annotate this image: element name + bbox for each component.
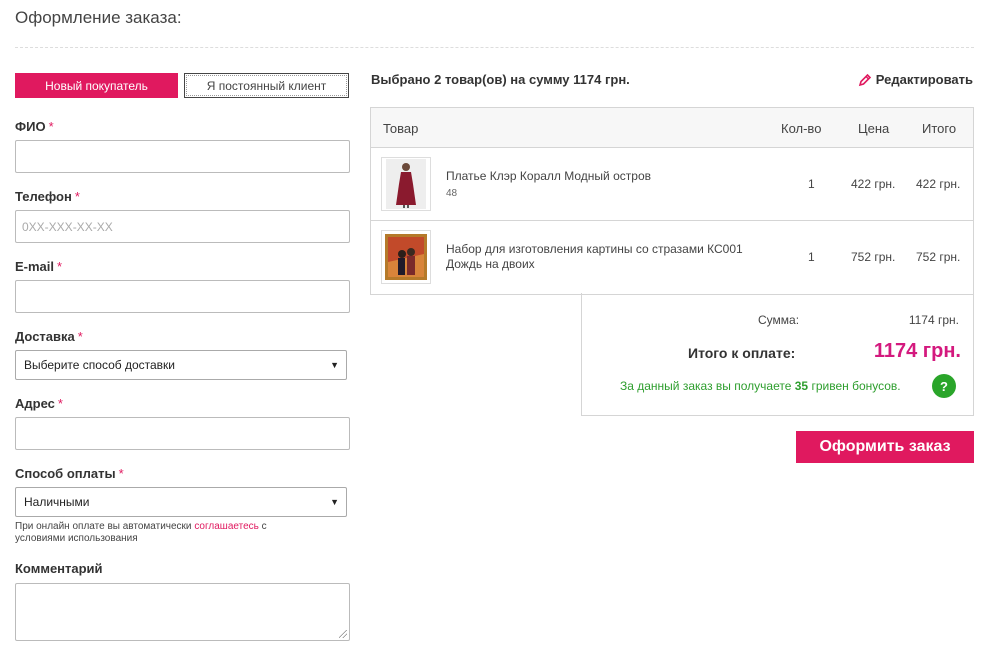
page-title: Оформление заказа:	[15, 8, 182, 27]
cart-table: Товар Кол-во Цена Итого Платье Клэр Кора…	[370, 107, 974, 295]
totals-box: Сумма: 1174 грн. Итого к оплате: 1174 гр…	[581, 293, 974, 416]
required-mark: *	[74, 189, 80, 204]
bonus-suffix: гривен бонусов.	[811, 379, 901, 393]
delivery-label-text: Доставка	[15, 329, 75, 344]
delivery-select[interactable]: Выберите способ доставки ▼	[15, 350, 347, 380]
dropdown-arrow-icon: ▼	[330, 360, 339, 370]
place-order-button[interactable]: Оформить заказ	[796, 431, 974, 463]
table-row: Набор для изготовления картины со страза…	[371, 221, 973, 294]
comment-label: Комментарий	[15, 561, 103, 576]
required-mark: *	[118, 466, 124, 481]
cart-summary-heading: Выбрано 2 товар(ов) на сумму 1174 грн.	[371, 72, 630, 87]
col-header-product: Товар	[383, 121, 419, 136]
customer-tabs: Новый покупатель Я постоянный клиент	[15, 73, 349, 99]
delivery-label: Доставка *	[15, 329, 83, 344]
product-name[interactable]: Платье Клэр Коралл Модный остров 48	[446, 169, 766, 201]
address-field[interactable]	[15, 417, 350, 450]
required-mark: *	[48, 119, 54, 134]
bonus-info: За данный заказ вы получаете 35 гривен б…	[620, 379, 901, 393]
payment-note: При онлайн оплате вы автоматически согла…	[15, 521, 315, 545]
payment-label: Способ оплаты *	[15, 466, 124, 481]
address-label: Адрес *	[15, 396, 63, 411]
resize-grip-icon[interactable]	[339, 630, 347, 638]
bonus-amount: 35	[794, 379, 809, 393]
required-mark: *	[57, 396, 63, 411]
sum-label: Сумма:	[758, 313, 800, 327]
product-qty: 1	[808, 177, 815, 191]
col-header-total: Итого	[922, 121, 957, 136]
product-total: 422 грн.	[916, 177, 961, 191]
edit-cart-link[interactable]: Редактировать	[858, 72, 973, 87]
phone-label-text: Телефон	[15, 189, 72, 204]
phone-label: Телефон *	[15, 189, 80, 204]
pay-total-value: 1174 грн.	[873, 340, 961, 362]
bonus-prefix: За данный заказ вы получаете	[620, 379, 792, 393]
cart-table-header: Товар Кол-во Цена Итого	[371, 108, 973, 148]
dropdown-arrow-icon: ▼	[330, 497, 339, 507]
dress-thumbnail-icon[interactable]	[381, 157, 431, 211]
title-divider	[15, 47, 974, 48]
product-total: 752 грн.	[916, 250, 961, 264]
fio-label-text: ФИО	[15, 119, 46, 134]
delivery-select-value: Выберите способ доставки	[24, 358, 176, 372]
col-header-qty: Кол-во	[781, 121, 822, 136]
tab-returning-customer[interactable]: Я постоянный клиент	[184, 73, 349, 98]
tab-new-customer[interactable]: Новый покупатель	[15, 73, 178, 98]
phone-field[interactable]	[15, 210, 350, 243]
painting-thumbnail-icon[interactable]	[381, 230, 431, 284]
table-row: Платье Клэр Коралл Модный остров 48 1 42…	[371, 148, 973, 221]
pay-total-label: Итого к оплате:	[688, 345, 796, 361]
product-price: 752 грн.	[851, 250, 896, 264]
address-label-text: Адрес	[15, 396, 55, 411]
fio-label: ФИО *	[15, 119, 54, 134]
pencil-icon	[858, 73, 872, 87]
payment-note-text: При онлайн оплате вы автоматически	[15, 521, 192, 532]
payment-label-text: Способ оплаты	[15, 466, 116, 481]
email-label-text: E-mail	[15, 259, 55, 274]
terms-link[interactable]: соглашаетесь	[194, 521, 259, 532]
product-name[interactable]: Набор для изготовления картины со страза…	[446, 242, 766, 272]
email-label: E-mail *	[15, 259, 62, 274]
payment-select-value: Наличными	[24, 495, 90, 509]
payment-select[interactable]: Наличными ▼	[15, 487, 347, 517]
sum-value: 1174 грн.	[908, 313, 959, 327]
comment-textarea[interactable]	[15, 583, 350, 641]
edit-cart-label: Редактировать	[875, 72, 973, 87]
product-qty: 1	[808, 250, 815, 264]
required-mark: *	[77, 329, 83, 344]
product-size: 48	[446, 188, 458, 199]
help-icon[interactable]: ?	[932, 374, 956, 398]
product-price: 422 грн.	[851, 177, 896, 191]
product-name-text: Платье Клэр Коралл Модный остров	[446, 169, 651, 183]
email-field[interactable]	[15, 280, 350, 313]
col-header-price: Цена	[858, 121, 890, 136]
fio-field[interactable]	[15, 140, 350, 173]
required-mark: *	[57, 259, 63, 274]
